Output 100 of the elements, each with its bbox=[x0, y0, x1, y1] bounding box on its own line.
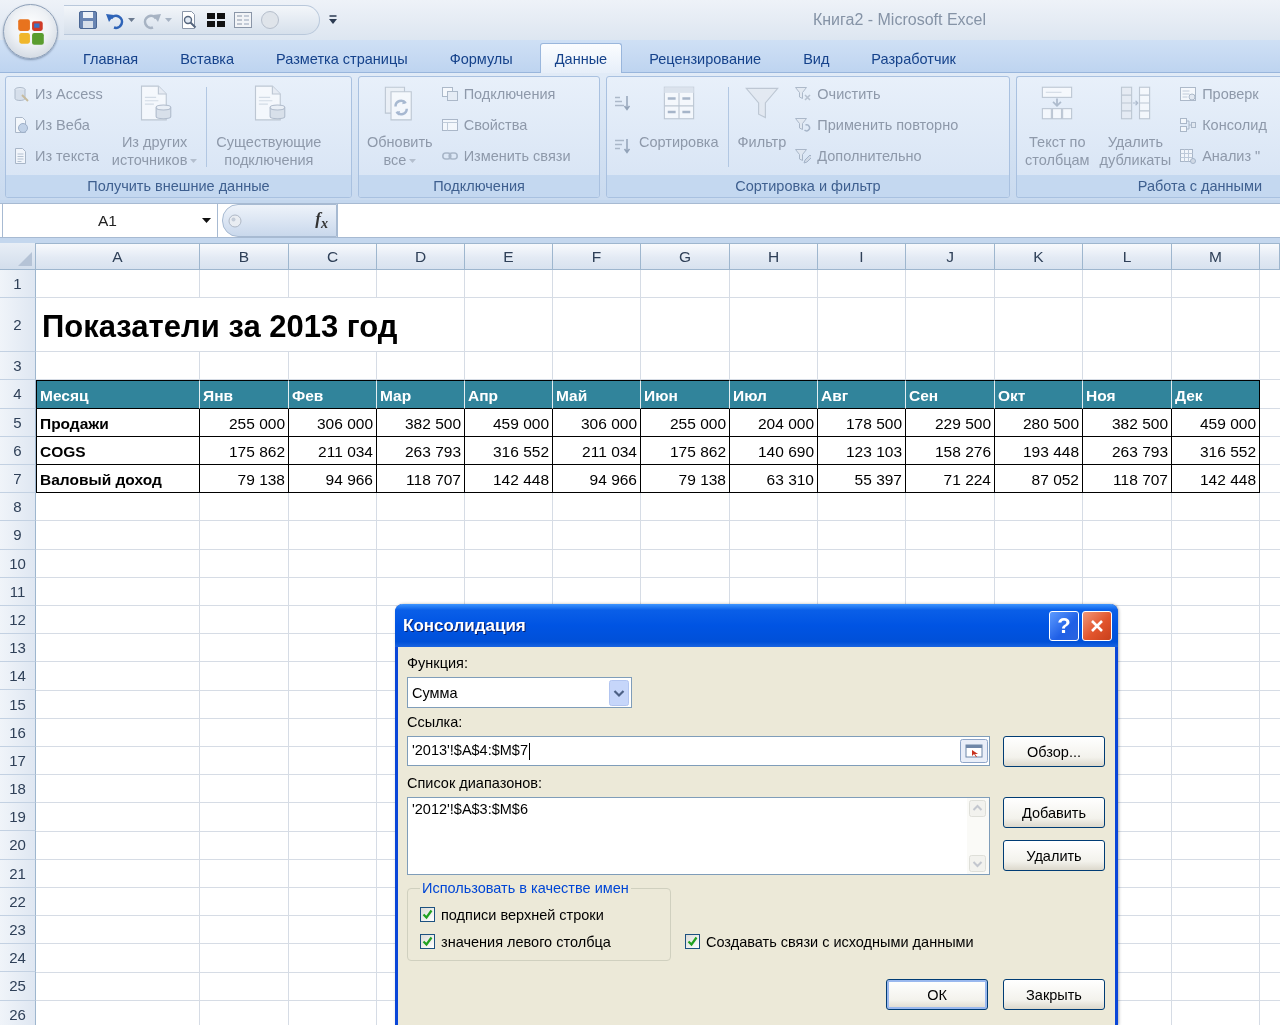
row-header[interactable]: 3 bbox=[0, 352, 36, 381]
row-header[interactable]: 25 bbox=[0, 972, 36, 1001]
window-cursor-icon[interactable] bbox=[960, 739, 988, 763]
table-cell: Продажи bbox=[36, 408, 200, 437]
column-header[interactable]: L bbox=[1083, 243, 1172, 270]
row-header[interactable]: 15 bbox=[0, 690, 36, 719]
column-header[interactable]: M bbox=[1172, 243, 1260, 270]
caret-icon[interactable] bbox=[128, 18, 135, 22]
checkbox[interactable] bbox=[420, 907, 435, 922]
dialog-button[interactable]: Закрыть bbox=[1003, 979, 1105, 1010]
table-cell: 142 448 bbox=[465, 464, 553, 494]
checkbox-label[interactable]: Создавать связи с исходными данными bbox=[706, 933, 974, 950]
table-cell: 175 862 bbox=[641, 436, 730, 465]
row-header[interactable]: 1 bbox=[0, 270, 36, 299]
checkbox-label[interactable]: значения левого столбца bbox=[441, 933, 611, 950]
row-header[interactable]: 12 bbox=[0, 605, 36, 635]
row-header[interactable]: 2 bbox=[0, 298, 36, 353]
checkbox[interactable] bbox=[420, 934, 435, 949]
triangle-icon bbox=[18, 252, 32, 266]
document-magnifier-icon[interactable] bbox=[179, 10, 199, 30]
table-icon bbox=[441, 117, 458, 133]
save-icon[interactable] bbox=[78, 10, 98, 30]
row-header[interactable]: 16 bbox=[0, 718, 36, 747]
row-header[interactable]: 17 bbox=[0, 746, 36, 775]
scrollbar[interactable] bbox=[967, 798, 989, 874]
column-header[interactable]: C bbox=[289, 243, 377, 270]
select-all-button[interactable] bbox=[0, 243, 36, 270]
customize-caret-icon[interactable] bbox=[328, 14, 338, 26]
circle-handle-icon[interactable] bbox=[228, 213, 242, 228]
column-header[interactable]: J bbox=[906, 243, 995, 270]
help-button[interactable]: ? bbox=[1049, 610, 1079, 641]
row-header[interactable]: 4 bbox=[0, 380, 36, 409]
list-item[interactable]: '2012'!$A$3:$M$6 bbox=[411, 800, 964, 819]
column-header[interactable]: A bbox=[36, 243, 200, 270]
close-button[interactable] bbox=[1082, 610, 1112, 641]
grid-icon[interactable] bbox=[206, 10, 226, 30]
scroll-up-icon[interactable] bbox=[969, 800, 986, 817]
row-header[interactable]: 11 bbox=[0, 577, 36, 606]
row-header[interactable]: 18 bbox=[0, 775, 36, 804]
row-header[interactable]: 6 bbox=[0, 436, 36, 465]
caret-icon[interactable] bbox=[165, 18, 172, 22]
row-header[interactable]: 21 bbox=[0, 859, 36, 888]
add-button[interactable]: Добавить bbox=[1003, 797, 1105, 828]
table-cell: 123 103 bbox=[818, 436, 906, 465]
table-cell: 178 500 bbox=[818, 408, 906, 437]
table-cell: 71 224 bbox=[906, 464, 995, 494]
checkbox-label[interactable]: подписи верхней строки bbox=[441, 906, 604, 923]
ranges-list[interactable]: '2012'!$A$3:$M$6 bbox=[407, 797, 990, 875]
row-header[interactable]: 7 bbox=[0, 464, 36, 494]
table-cell: 316 552 bbox=[1172, 436, 1260, 465]
function-dropdown[interactable]: Сумма bbox=[407, 677, 632, 708]
table-cell: 142 448 bbox=[1172, 464, 1260, 494]
column-header[interactable]: E bbox=[465, 243, 553, 270]
row-header[interactable]: 5 bbox=[0, 408, 36, 437]
delete-button[interactable]: Удалить bbox=[1003, 840, 1105, 871]
table-cell: 140 690 bbox=[730, 436, 818, 465]
ribbon-tab[interactable]: Разработчик bbox=[856, 43, 971, 73]
group-label: Работа с данными bbox=[1017, 175, 1280, 197]
row-header[interactable]: 9 bbox=[0, 521, 36, 550]
ribbon-tab[interactable]: Рецензирование bbox=[634, 43, 777, 73]
ribbon-tab[interactable]: Главная bbox=[68, 43, 154, 73]
row-header[interactable]: 14 bbox=[0, 662, 36, 691]
row-header[interactable]: 26 bbox=[0, 1000, 36, 1025]
column-header[interactable]: F bbox=[553, 243, 641, 270]
row-header[interactable]: 23 bbox=[0, 915, 36, 945]
name-box[interactable]: A1 bbox=[2, 204, 218, 237]
scroll-down-icon[interactable] bbox=[969, 855, 986, 872]
circle-icon[interactable] bbox=[260, 10, 280, 30]
ribbon-tab[interactable]: Разметка страницы bbox=[261, 43, 423, 73]
table-cell: 87 052 bbox=[995, 464, 1083, 494]
table-cell: 459 000 bbox=[1172, 408, 1260, 437]
browse-button[interactable]: Обзор... bbox=[1003, 736, 1105, 767]
column-header[interactable]: D bbox=[377, 243, 465, 270]
dropdown-arrow-icon bbox=[202, 218, 211, 223]
row-header[interactable]: 13 bbox=[0, 634, 36, 663]
group-label: Сортировка и фильтр bbox=[607, 175, 1009, 197]
row-header[interactable]: 24 bbox=[0, 944, 36, 973]
reference-field[interactable]: '2013'!$A$4:$M$7 bbox=[407, 736, 990, 766]
ribbon-tab[interactable]: Вид bbox=[788, 43, 845, 73]
ribbon-tab[interactable]: Вставка bbox=[165, 43, 250, 73]
checkmark-icon bbox=[687, 936, 698, 947]
table-cell: 204 000 bbox=[730, 408, 818, 437]
insert-function-button[interactable]: f$_{x}$ bbox=[313, 208, 330, 233]
column-header[interactable] bbox=[1260, 243, 1280, 270]
row-header[interactable]: 8 bbox=[0, 493, 36, 522]
row-header[interactable]: 10 bbox=[0, 549, 36, 578]
form-icon[interactable] bbox=[233, 10, 253, 30]
table-cell: 263 793 bbox=[1083, 436, 1172, 465]
default-button[interactable]: ОК bbox=[886, 979, 988, 1010]
column-header[interactable]: H bbox=[730, 243, 818, 270]
ribbon-tab[interactable]: Формулы bbox=[434, 43, 528, 73]
row-header[interactable]: 20 bbox=[0, 831, 36, 860]
row-header[interactable]: 19 bbox=[0, 803, 36, 832]
column-header[interactable]: K bbox=[995, 243, 1083, 270]
column-header[interactable]: G bbox=[641, 243, 730, 270]
ribbon-tab[interactable]: Данные bbox=[539, 43, 623, 73]
checkbox[interactable] bbox=[685, 934, 700, 949]
column-header[interactable]: I bbox=[818, 243, 906, 270]
row-header[interactable]: 22 bbox=[0, 887, 36, 916]
column-header[interactable]: B bbox=[200, 243, 289, 270]
